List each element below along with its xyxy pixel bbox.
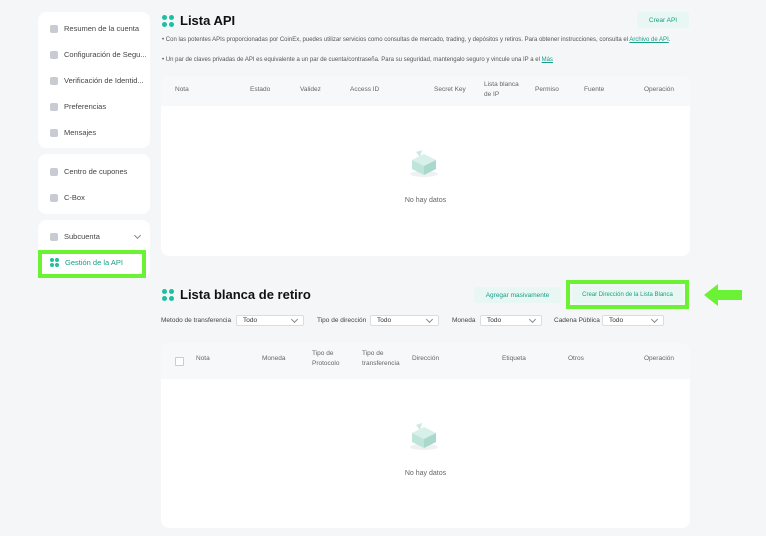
api-table: Nota Estado Validez Access ID Secret Key… <box>161 76 690 256</box>
filter-chain-label: Cadena Pública <box>554 317 600 324</box>
chevron-down-icon <box>425 315 434 324</box>
whitelist-logo-icon <box>162 288 174 301</box>
select-all-checkbox[interactable] <box>175 357 184 366</box>
col-permiso: Permiso <box>535 86 559 93</box>
col-etiqueta: Etiqueta <box>502 355 526 362</box>
col-transfer-type: Tipo de transferencia <box>362 350 400 367</box>
empty-box-icon <box>410 150 438 177</box>
col-operacion: Operación <box>644 86 674 93</box>
col-nota: Nota <box>196 355 210 362</box>
filter-transfer-label: Metodo de transferencia <box>161 317 232 324</box>
api-docs-link[interactable]: Archivo de API <box>629 37 668 43</box>
api-table-header: Nota Estado Validez Access ID Secret Key… <box>161 76 690 106</box>
chevron-down-icon <box>290 315 299 324</box>
api-logo-icon <box>162 14 174 27</box>
filter-chain-select[interactable]: Todo <box>602 315 664 326</box>
bulk-add-button[interactable]: Agregar masivamente <box>474 287 561 303</box>
sidebar-item-security[interactable]: Configuración de Segu... <box>50 50 147 59</box>
api-empty-text: No hay datos <box>404 197 447 204</box>
api-info-2: • Un par de claves privadas de API es eq… <box>162 57 553 63</box>
filter-currency-label: Moneda <box>452 317 476 324</box>
shield-icon <box>50 50 58 59</box>
col-estado: Estado <box>250 86 271 93</box>
api-info-1: • Con las potentes APIs proporcionadas p… <box>162 37 671 43</box>
api-icon <box>50 258 59 267</box>
chevron-down-icon <box>528 315 537 324</box>
box-icon <box>50 193 58 202</box>
col-nota: Nota <box>175 86 189 93</box>
chevron-down-icon <box>650 315 659 324</box>
more-link[interactable]: Más <box>542 57 553 63</box>
filter-transfer-select[interactable]: Todo <box>236 315 304 326</box>
id-icon <box>50 76 58 85</box>
col-ip-whitelist: Lista blanca de IP <box>484 81 519 98</box>
sidebar-item-messages[interactable]: Mensajes <box>50 128 96 137</box>
whitelist-title: Lista blanca de retiro <box>162 287 311 302</box>
whitelist-empty-text: No hay datos <box>404 470 447 477</box>
sidebar-item-account-summary[interactable]: Resumen de la cuenta <box>50 24 139 33</box>
api-list-title: Lista API <box>162 13 235 28</box>
sidebar-item-api-management[interactable]: Gestión de la API <box>50 258 123 267</box>
whitelist-table: Nota Moneda Tipo de Protocolo Tipo de tr… <box>161 343 690 528</box>
col-validez: Validez <box>300 86 321 93</box>
empty-box-icon <box>410 423 438 450</box>
col-operacion: Operación <box>644 355 674 362</box>
col-access-id: Access ID <box>350 86 380 93</box>
sidebar-item-subaccount[interactable]: Subcuenta <box>50 231 142 241</box>
col-protocol-type: Tipo de Protocolo <box>312 350 340 367</box>
filter-currency-select[interactable]: Todo <box>480 315 542 326</box>
filter-address-type-select[interactable]: Todo <box>370 315 439 326</box>
sidebar-item-preferences[interactable]: Preferencias <box>50 102 106 111</box>
whitelist-table-header: Nota Moneda Tipo de Protocolo Tipo de tr… <box>161 343 690 379</box>
sidebar-item-cbox[interactable]: C-Box <box>50 193 85 202</box>
create-whitelist-address-button[interactable]: Crear Dirección de la Lista Blanca <box>572 286 683 303</box>
create-api-button[interactable]: Crear API <box>637 12 689 28</box>
sidebar-group-account: Resumen de la cuenta Configuración de Se… <box>38 12 150 148</box>
col-direccion: Dirección <box>412 355 440 362</box>
filter-address-type-label: Tipo de dirección <box>317 317 367 324</box>
sidebar-item-coupons[interactable]: Centro de cupones <box>50 167 127 176</box>
col-fuente: Fuente <box>584 86 605 93</box>
chevron-down-icon <box>133 231 142 240</box>
account-icon <box>50 24 58 33</box>
arrow-left-icon <box>704 284 742 306</box>
sidebar-item-identity[interactable]: Verificación de Identid... <box>50 76 144 85</box>
sidebar-group-rewards: Centro de cupones C-Box <box>38 154 150 214</box>
col-otros: Otros <box>568 355 584 362</box>
user-icon <box>50 232 58 241</box>
message-icon <box>50 128 58 137</box>
col-secret-key: Secret Key <box>434 86 466 93</box>
coupon-icon <box>50 167 58 176</box>
col-moneda: Moneda <box>262 355 286 362</box>
settings-icon <box>50 102 58 111</box>
